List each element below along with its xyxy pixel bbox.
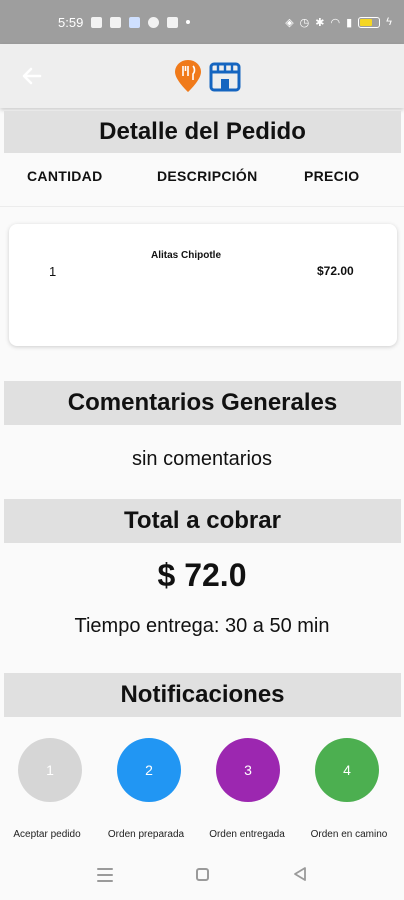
app-logo: [174, 58, 244, 94]
facebook-icon: [148, 16, 160, 28]
store-icon: [209, 62, 241, 92]
bluetooth-icon: ✱: [315, 16, 325, 29]
notification-icon: [91, 16, 103, 28]
alarm-icon: ◷: [299, 16, 310, 29]
order-detail-title: Detalle del Pedido: [4, 111, 401, 153]
nfc-icon: ◈: [285, 16, 294, 29]
column-quantity: CANTIDAD: [27, 168, 103, 184]
back-button[interactable]: [18, 62, 46, 90]
recent-apps-button[interactable]: [97, 868, 113, 882]
comments-title: Comentarios Generales: [4, 381, 401, 425]
youtube-icon: [167, 16, 179, 28]
column-description: DESCRIPCIÓN: [157, 168, 258, 184]
more-notifications-dot: [186, 20, 191, 24]
wifi-icon: ◠: [330, 16, 341, 29]
order-columns-header: CANTIDAD DESCRIPCIÓN PRECIO: [0, 168, 404, 188]
step-2-button[interactable]: 2: [117, 738, 181, 802]
comments-text: sin comentarios: [131, 448, 273, 470]
notification-steps: 1 2 3 4 Aceptar pedido Orden preparada O…: [0, 738, 404, 858]
step-1-label: Aceptar pedido: [13, 829, 81, 840]
step-3-label: Orden entregada: [209, 829, 285, 840]
item-price: $72.00: [317, 264, 354, 278]
location-pin-icon: [175, 60, 201, 92]
status-bar-right: ◈ ◷ ✱ ◠ ▮ ϟ: [285, 16, 392, 29]
arrow-back-icon: [22, 67, 42, 85]
delivery-time: Tiempo entrega: 30 a 50 min: [74, 615, 330, 637]
step-2-label: Orden preparada: [107, 829, 185, 840]
order-item-card: 1 Alitas Chipotle $72.00: [9, 224, 397, 346]
step-4-label: Orden en camino: [310, 829, 388, 840]
status-bar: 5:59 ◈ ◷ ✱ ◠ ▮ ϟ: [0, 0, 404, 44]
system-back-button[interactable]: [292, 866, 308, 887]
step-3-button[interactable]: 3: [216, 738, 280, 802]
app-icon: [129, 16, 141, 28]
step-4-button[interactable]: 4: [315, 738, 379, 802]
step-1-button[interactable]: 1: [18, 738, 82, 802]
system-nav-bar: [0, 850, 404, 900]
home-button[interactable]: [196, 868, 209, 881]
status-time: 5:59: [58, 14, 84, 30]
divider: [0, 206, 404, 207]
charging-icon: ϟ: [386, 16, 392, 28]
app-bar: [0, 44, 404, 108]
item-quantity: 1: [49, 264, 57, 279]
signal-icon: ▮: [346, 16, 353, 29]
notifications-title: Notificaciones: [4, 673, 401, 717]
column-price: PRECIO: [304, 168, 360, 184]
total-title: Total a cobrar: [4, 499, 401, 543]
message-icon: [110, 16, 122, 28]
total-amount: $ 72.0: [157, 557, 247, 593]
triangle-back-icon: [294, 867, 306, 881]
status-bar-left: 5:59: [58, 14, 191, 30]
battery-icon: [358, 16, 381, 28]
item-description: Alitas Chipotle: [151, 250, 222, 261]
